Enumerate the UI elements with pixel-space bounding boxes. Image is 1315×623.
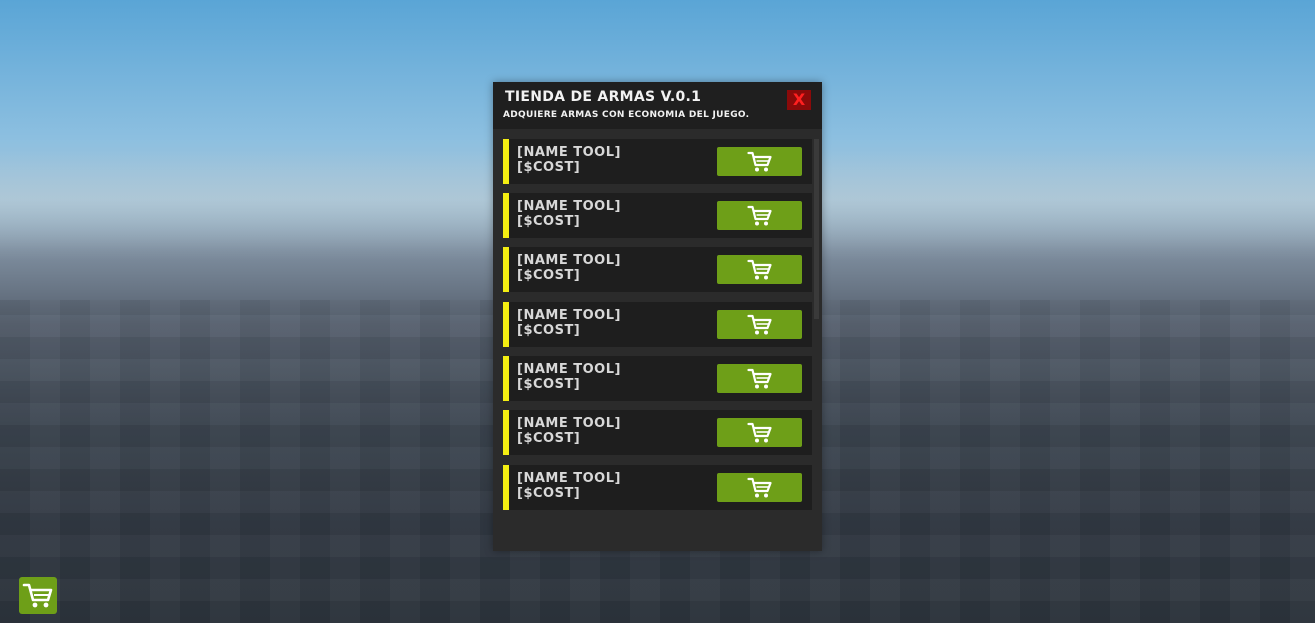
item-list[interactable]: [NAME TOOL] [$COST] [NAME TOOL] [$COST] [NAM… [503,139,813,529]
item-cost: [$COST] [517,486,581,501]
item-accent-bar [503,465,509,510]
item-accent-bar [503,247,509,292]
cart-icon [746,314,773,336]
item-cost: [$COST] [517,268,581,283]
cart-icon [22,582,54,610]
buy-button[interactable] [717,255,802,284]
item-accent-bar [503,193,509,238]
item-name: [NAME TOOL] [517,308,621,323]
item-name: [NAME TOOL] [517,145,621,160]
shop-subtitle: ADQUIERE ARMAS CON ECONOMIA DEL JUEGO. [503,110,750,120]
item-accent-bar [503,410,509,455]
buy-button[interactable] [717,364,802,393]
item-cost: [$COST] [517,214,581,229]
item-cost: [$COST] [517,431,581,446]
item-list-scrollbar[interactable] [814,139,819,319]
cart-icon [746,205,773,227]
shop-item-row: [NAME TOOL] [$COST] [503,139,812,184]
item-accent-bar [503,139,509,184]
buy-button[interactable] [717,310,802,339]
cart-icon [746,477,773,499]
open-shop-button[interactable] [19,577,57,614]
cart-icon [746,368,773,390]
cart-icon [746,422,773,444]
shop-item-row: [NAME TOOL] [$COST] [503,302,812,347]
buy-button[interactable] [717,473,802,502]
item-cost: [$COST] [517,377,581,392]
shop-item-row: [NAME TOOL] [$COST] [503,247,812,292]
item-name: [NAME TOOL] [517,199,621,214]
item-name: [NAME TOOL] [517,362,621,377]
shop-title: TIENDA DE ARMAS V.0.1 [505,89,702,105]
item-cost: [$COST] [517,160,581,175]
shop-item-row: [NAME TOOL] [$COST] [503,410,812,455]
cart-icon [746,259,773,281]
item-cost: [$COST] [517,323,581,338]
cart-icon [746,151,773,173]
shop-item-row: [NAME TOOL] [$COST] [503,193,812,238]
item-name: [NAME TOOL] [517,471,621,486]
item-name: [NAME TOOL] [517,416,621,431]
weapon-shop-window: TIENDA DE ARMAS V.0.1 ADQUIERE ARMAS CON… [493,82,822,551]
item-accent-bar [503,356,509,401]
buy-button[interactable] [717,201,802,230]
buy-button[interactable] [717,147,802,176]
shop-item-row: [NAME TOOL] [$COST] [503,465,812,510]
close-button[interactable]: X [787,90,811,110]
shop-header: TIENDA DE ARMAS V.0.1 ADQUIERE ARMAS CON… [493,82,822,129]
item-accent-bar [503,302,509,347]
item-name: [NAME TOOL] [517,253,621,268]
shop-item-row: [NAME TOOL] [$COST] [503,356,812,401]
buy-button[interactable] [717,418,802,447]
